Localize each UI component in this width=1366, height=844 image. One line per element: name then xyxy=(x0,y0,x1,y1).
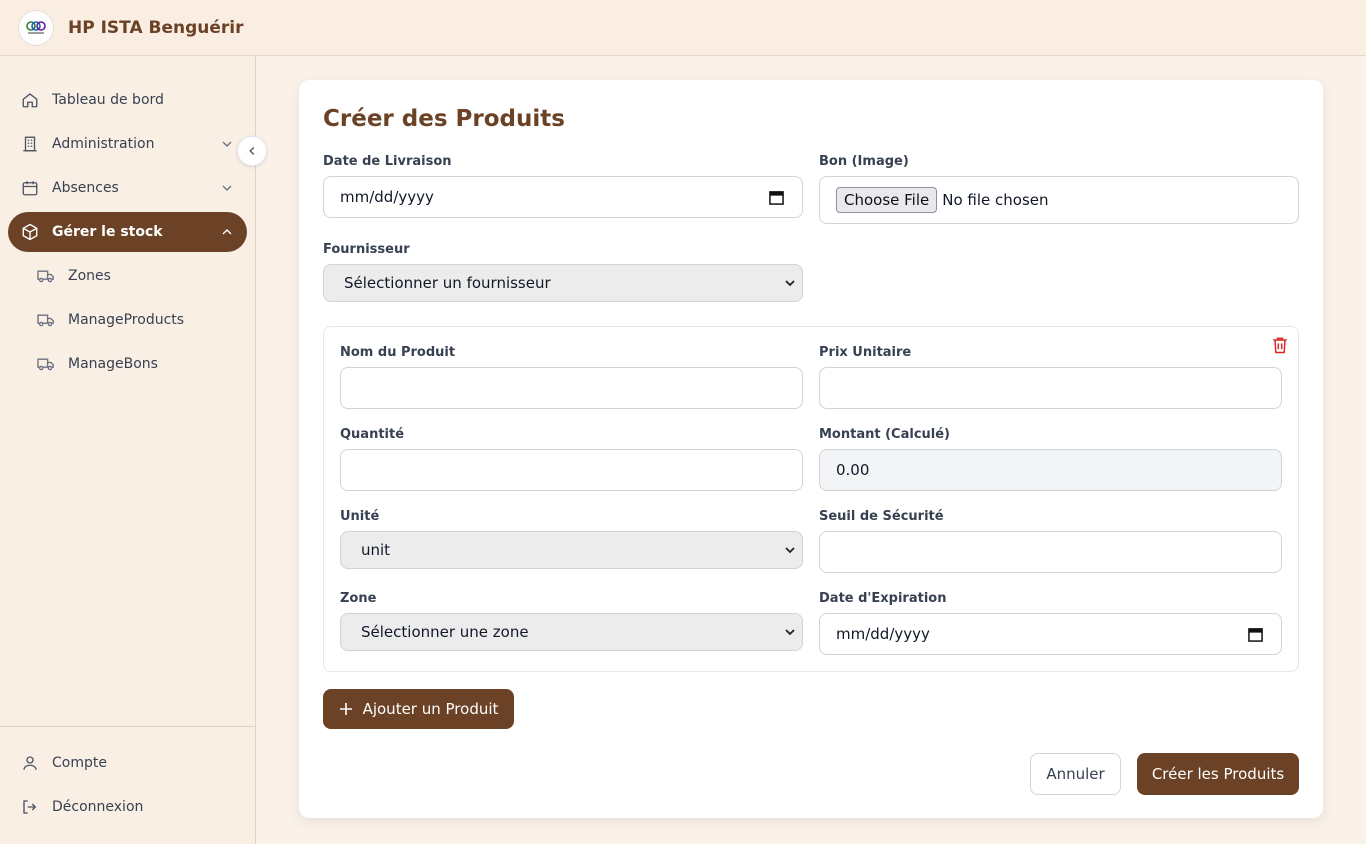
unit-price-input[interactable] xyxy=(819,367,1282,409)
truck-icon xyxy=(36,354,56,374)
sidebar-subitem-managebons[interactable]: ManageBons xyxy=(28,344,247,384)
sidebar-subitem-label: ManageProducts xyxy=(68,312,185,328)
quantity-label: Quantité xyxy=(340,427,405,442)
sidebar-item-label: Gérer le stock xyxy=(52,224,163,240)
unit-price-label: Prix Unitaire xyxy=(819,345,912,360)
sidebar-item-label: Absences xyxy=(52,180,119,196)
sidebar-subitem-label: ManageBons xyxy=(68,356,158,372)
user-icon xyxy=(20,753,40,773)
sidebar-item-stock[interactable]: Gérer le stock xyxy=(8,212,247,252)
delivery-date-value: mm/dd/yyyy xyxy=(340,188,434,206)
brand-title: HP ISTA Benguérir xyxy=(68,17,244,38)
expiry-date-value: mm/dd/yyyy xyxy=(836,625,930,643)
unit-select[interactable]: unit xyxy=(340,531,803,569)
expiry-date-input[interactable]: mm/dd/yyyy xyxy=(819,613,1282,655)
sidebar-item-dashboard[interactable]: Tableau de bord xyxy=(8,80,247,120)
quantity-input[interactable] xyxy=(340,449,803,491)
amount-field: 0.00 xyxy=(819,449,1282,491)
sidebar-item-account[interactable]: Compte xyxy=(8,743,247,783)
logout-icon xyxy=(20,797,40,817)
chevron-left-icon xyxy=(249,147,255,155)
sidebar-subitem-label: Zones xyxy=(68,268,111,284)
logo xyxy=(18,9,54,46)
create-products-button[interactable]: Créer les Produits xyxy=(1137,753,1299,795)
sidebar-item-administration[interactable]: Administration xyxy=(8,124,247,164)
sidebar-item-label: Déconnexion xyxy=(52,799,144,815)
calendar-icon[interactable] xyxy=(769,190,784,205)
threshold-input[interactable] xyxy=(819,531,1282,573)
chevron-down-icon xyxy=(222,141,232,147)
zone-label: Zone xyxy=(340,591,377,606)
page-title: Créer des Produits xyxy=(323,106,565,132)
building-icon xyxy=(20,134,40,154)
sidebar-subitem-manageproducts[interactable]: ManageProducts xyxy=(28,300,247,340)
chevron-up-icon xyxy=(222,229,232,235)
sidebar-subitem-zones[interactable]: Zones xyxy=(28,256,247,296)
box-icon xyxy=(20,222,40,242)
unit-value: unit xyxy=(361,541,391,559)
supplier-label: Fournisseur xyxy=(323,242,410,257)
unit-label: Unité xyxy=(340,509,380,524)
chevron-down-icon xyxy=(222,185,232,191)
product-entry: Nom du Produit Prix Unitaire Quantité Mo… xyxy=(323,326,1299,672)
supplier-value: Sélectionner un fournisseur xyxy=(344,274,551,292)
calendar-icon xyxy=(20,178,40,198)
sidebar-divider xyxy=(0,726,256,727)
trash-icon[interactable] xyxy=(1270,335,1290,355)
threshold-label: Seuil de Sécurité xyxy=(819,509,944,524)
plus-icon xyxy=(339,703,352,715)
product-name-label: Nom du Produit xyxy=(340,345,456,360)
chevron-down-icon xyxy=(785,280,795,287)
calendar-icon[interactable] xyxy=(1248,627,1263,642)
home-icon xyxy=(20,90,40,110)
sidebar-item-logout[interactable]: Déconnexion xyxy=(8,787,247,827)
bon-image-label: Bon (Image) xyxy=(819,154,909,169)
zone-value: Sélectionner une zone xyxy=(361,623,529,641)
chevron-down-icon xyxy=(785,547,795,554)
sidebar: Tableau de bord Administration Absences … xyxy=(0,56,256,844)
delivery-date-input[interactable]: mm/dd/yyyy xyxy=(323,176,803,218)
product-name-input[interactable] xyxy=(340,367,803,409)
add-product-button[interactable]: Ajouter un Produit xyxy=(323,689,514,729)
sidebar-item-label: Tableau de bord xyxy=(52,92,164,108)
delivery-date-label: Date de Livraison xyxy=(323,154,452,169)
collapse-sidebar-button[interactable] xyxy=(237,136,267,166)
zone-select[interactable]: Sélectionner une zone xyxy=(340,613,803,651)
create-products-card: Créer des Produits Date de Livraison mm/… xyxy=(299,80,1323,818)
truck-icon xyxy=(36,266,56,286)
truck-icon xyxy=(36,310,56,330)
sidebar-item-label: Administration xyxy=(52,136,155,152)
cancel-button[interactable]: Annuler xyxy=(1030,753,1121,795)
amount-label: Montant (Calculé) xyxy=(819,427,950,442)
top-bar: HP ISTA Benguérir xyxy=(0,0,1366,56)
chevron-down-icon xyxy=(785,629,795,636)
amount-value: 0.00 xyxy=(836,461,870,479)
bon-image-file-input[interactable]: Choose File No file chosen xyxy=(819,176,1299,224)
sidebar-item-absences[interactable]: Absences xyxy=(8,168,247,208)
add-product-label: Ajouter un Produit xyxy=(362,700,499,718)
choose-file-button[interactable]: Choose File xyxy=(836,187,938,213)
file-status: No file chosen xyxy=(942,191,1049,209)
sidebar-item-label: Compte xyxy=(52,755,107,771)
expiry-date-label: Date d'Expiration xyxy=(819,591,947,606)
supplier-select[interactable]: Sélectionner un fournisseur xyxy=(323,264,803,302)
